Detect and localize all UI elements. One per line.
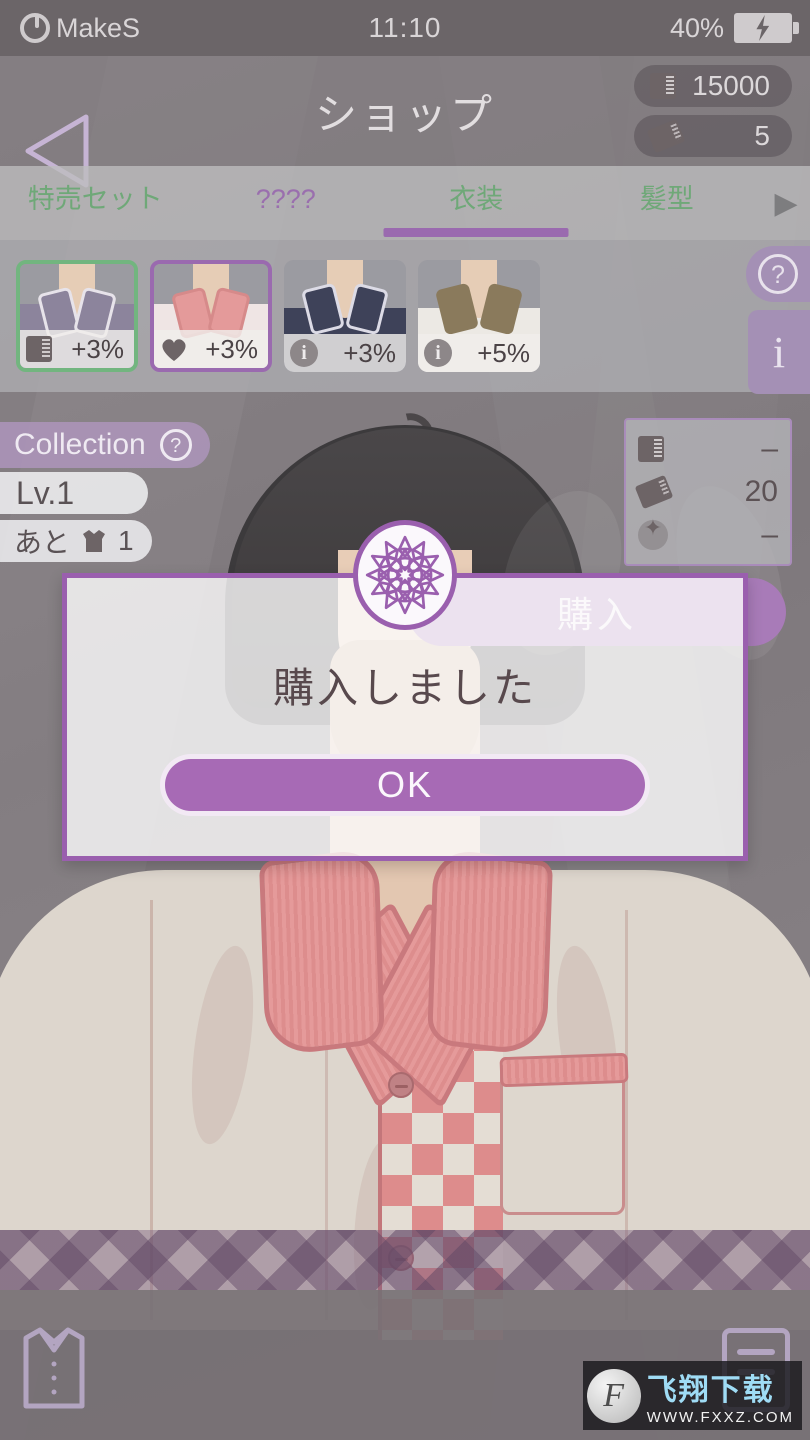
price-money-value: – bbox=[761, 432, 778, 466]
tab-hairstyle[interactable]: 髪型 bbox=[572, 166, 763, 240]
sparkle-icon bbox=[638, 515, 668, 550]
pajama-collar-right bbox=[427, 847, 553, 1058]
collection-level: Lv.1 bbox=[0, 472, 148, 514]
page-title: ショップ bbox=[314, 90, 495, 138]
help-button[interactable]: ? bbox=[746, 246, 810, 302]
app-root: MakeS 11:10 40% ショップ 15000 5 特売セット ???? … bbox=[0, 0, 810, 1440]
price-row: – bbox=[638, 515, 778, 552]
pajama-collar-left bbox=[259, 847, 385, 1058]
tab-locked[interactable]: ???? bbox=[191, 166, 382, 240]
info-button[interactable]: i bbox=[748, 310, 810, 394]
item-bonus: +3% bbox=[343, 337, 396, 368]
shirt-icon bbox=[80, 527, 108, 555]
tab-special-set[interactable]: 特売セット bbox=[0, 166, 191, 240]
item-bonus: +5% bbox=[477, 337, 530, 368]
item-card[interactable]: i +3% bbox=[284, 260, 406, 372]
item-card-footer: i +5% bbox=[418, 334, 540, 372]
price-row: – bbox=[638, 432, 778, 466]
decorative-triangle-band bbox=[0, 1230, 810, 1290]
site-watermark: F 飞翔下载 WWW.FXXZ.COM bbox=[582, 1361, 802, 1430]
status-bar: MakeS 11:10 40% bbox=[0, 0, 810, 56]
price-row: 20 bbox=[634, 474, 778, 510]
item-list: +3% +3% i +3% i +5% bbox=[0, 240, 810, 392]
question-mark-icon[interactable]: ? bbox=[159, 429, 192, 461]
mandala-rosette-icon bbox=[353, 520, 457, 630]
watermark-url: WWW.FXXZ.COM bbox=[646, 1409, 794, 1426]
dialog-ok-button[interactable]: OK bbox=[160, 754, 650, 816]
status-clock: 11:10 bbox=[368, 12, 442, 43]
heart-icon bbox=[160, 337, 188, 362]
price-sparkle-value: – bbox=[761, 517, 778, 551]
collection-remaining: あと 1 bbox=[0, 520, 152, 562]
shop-tabs: 特売セット ???? 衣装 髪型 ▶ bbox=[0, 166, 810, 240]
watermark-logo-icon: F bbox=[586, 1368, 641, 1423]
dialog-message: 購入しました bbox=[273, 665, 537, 711]
item-card-footer: +3% bbox=[20, 330, 134, 368]
item-card-footer: +3% bbox=[154, 330, 268, 368]
collection-header[interactable]: Collection ? bbox=[0, 422, 210, 468]
item-bonus: +3% bbox=[205, 333, 258, 364]
watermark-site-name: 飞翔下载 bbox=[646, 1374, 775, 1407]
item-card[interactable]: i +5% bbox=[418, 260, 540, 372]
chevron-right-icon[interactable]: ▶ bbox=[762, 186, 810, 221]
battery-charging-icon bbox=[734, 13, 799, 43]
item-card[interactable]: +3% bbox=[150, 260, 272, 372]
remaining-prefix: あと bbox=[14, 527, 71, 558]
watermark-text: 飞翔下载 WWW.FXXZ.COM bbox=[647, 1365, 794, 1426]
remaining-count: 1 bbox=[118, 525, 134, 556]
money-icon bbox=[650, 73, 676, 99]
info-icon: i bbox=[290, 339, 318, 367]
tab-costume[interactable]: 衣装 bbox=[381, 166, 572, 240]
page-header: ショップ 15000 5 bbox=[0, 56, 810, 188]
question-mark-icon: ? bbox=[758, 254, 798, 294]
collection-title: Collection bbox=[14, 428, 146, 461]
money-icon bbox=[638, 436, 664, 463]
shirt-outline-icon[interactable] bbox=[20, 1324, 88, 1412]
item-card-footer: i +3% bbox=[284, 334, 406, 372]
pajama-pocket bbox=[500, 1065, 625, 1215]
pajama-pocket-trim bbox=[499, 1052, 629, 1088]
pajama-button bbox=[388, 1072, 414, 1098]
info-icon: i bbox=[424, 339, 452, 367]
charging-bolt-icon bbox=[756, 15, 770, 41]
ticket-icon bbox=[634, 474, 674, 510]
item-bonus: +3% bbox=[71, 333, 124, 364]
purchase-confirmation-dialog: 購入しました OK bbox=[62, 520, 748, 861]
money-icon bbox=[26, 336, 52, 362]
price-panel: – 20 – bbox=[624, 418, 792, 566]
item-card[interactable]: +3% bbox=[16, 260, 138, 372]
price-ticket-value: 20 bbox=[744, 474, 778, 508]
